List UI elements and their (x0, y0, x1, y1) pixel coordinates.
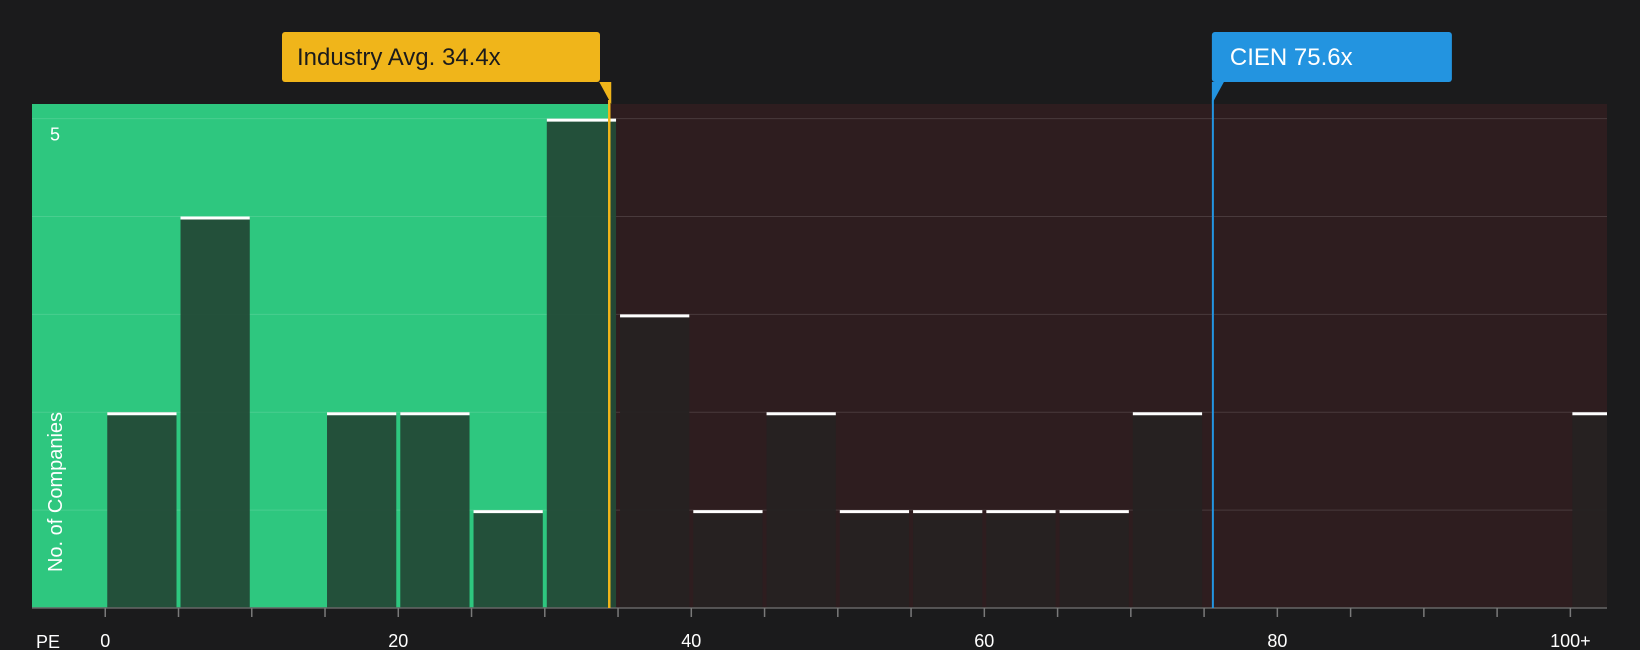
histogram-bar (1572, 412, 1607, 608)
histogram-bar (839, 510, 910, 608)
x-tick-label: 80 (1267, 631, 1287, 650)
pe-distribution-chart: 5 0 20 40 60 80 100+ Industry Avg. 34.4x CIEN … (32, 32, 1607, 650)
x-axis-label: PE (36, 632, 60, 650)
x-tick-label: 40 (681, 631, 701, 650)
company-label: CIEN 75.6x (1230, 44, 1353, 71)
histogram-bar (400, 412, 470, 608)
x-tick-label: 60 (974, 631, 994, 650)
industry-average-label: Industry Avg. 34.4x (297, 44, 501, 71)
histogram-bar (766, 412, 836, 608)
histogram-bar (180, 216, 250, 608)
histogram-bar (986, 510, 1056, 608)
x-tick-label: 20 (388, 631, 408, 650)
x-axis: 0 20 40 60 80 100+ (32, 607, 1607, 650)
y-tick-label: 5 (50, 125, 60, 145)
histogram-bar (327, 412, 397, 608)
histogram-bar (473, 510, 543, 608)
y-axis-label: No. of Companies (45, 412, 67, 572)
histogram-bar (107, 412, 177, 608)
x-tick-label: 0 (100, 631, 110, 650)
histogram-bar (546, 118, 617, 608)
histogram-bar (693, 510, 763, 608)
x-tick-label: 100+ (1550, 631, 1591, 650)
industry-average-pointer (599, 82, 612, 104)
histogram-bar (913, 510, 983, 608)
histogram-bar (1059, 510, 1129, 608)
histogram-bar (620, 314, 690, 608)
histogram-bar (1132, 412, 1203, 608)
